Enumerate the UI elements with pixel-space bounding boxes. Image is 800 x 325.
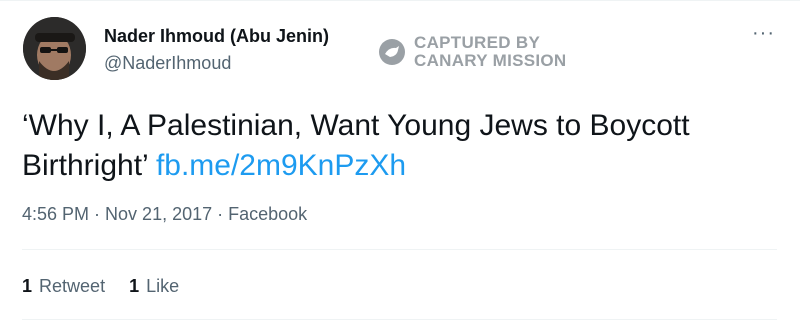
tweet-source[interactable]: Facebook xyxy=(228,204,307,224)
tweet-time[interactable]: 4:56 PM xyxy=(22,204,89,224)
retweets-stat[interactable]: 1 Retweet xyxy=(22,276,105,297)
divider xyxy=(22,319,777,320)
canary-bird-icon xyxy=(379,39,405,65)
retweets-count: 1 xyxy=(22,276,33,296)
divider xyxy=(22,249,777,250)
watermark: CAPTURED BY CANARY MISSION xyxy=(378,34,567,70)
author-name[interactable]: Nader Ihmoud (Abu Jenin) xyxy=(104,26,329,47)
meta-separator: · xyxy=(212,204,229,224)
tweet-text: ‘Why I, A Palestinian, Want Young Jews t… xyxy=(22,106,762,186)
tweet-meta: 4:56 PM · Nov 21, 2017 · Facebook xyxy=(22,204,307,225)
watermark-line-1: CAPTURED BY xyxy=(414,33,541,52)
likes-stat[interactable]: 1 Like xyxy=(129,276,179,297)
avatar[interactable] xyxy=(23,17,86,80)
tweet-card: Nader Ihmoud (Abu Jenin) @NaderIhmoud CA… xyxy=(0,0,800,325)
likes-label: Like xyxy=(146,276,180,296)
likes-count: 1 xyxy=(129,276,140,296)
avatar-photo xyxy=(23,17,86,80)
tweet-stats: 1 Retweet 1 Like xyxy=(22,276,179,297)
meta-separator: · xyxy=(89,204,106,224)
tweet-link[interactable]: fb.me/2m9KnPzXh xyxy=(156,149,406,182)
watermark-line-2: CANARY MISSION xyxy=(414,51,567,70)
tweet-date[interactable]: Nov 21, 2017 xyxy=(105,204,212,224)
author-handle[interactable]: @NaderIhmoud xyxy=(104,53,231,74)
retweets-label: Retweet xyxy=(39,276,106,296)
more-horizontal-icon[interactable]: ··· xyxy=(752,23,775,43)
